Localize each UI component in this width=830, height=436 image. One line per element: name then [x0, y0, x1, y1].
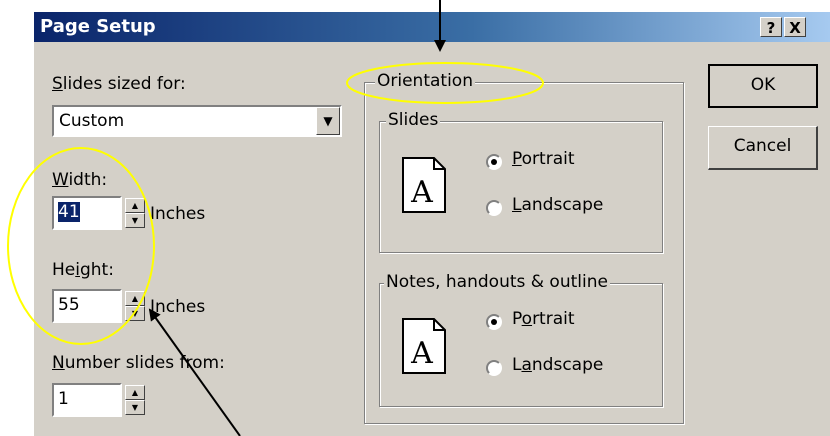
svg-text:A: A	[410, 336, 433, 371]
chevron-down-icon[interactable]: ▼	[316, 107, 340, 135]
number-slides-from-spinner[interactable]: ▲ ▼	[125, 385, 145, 415]
slides-landscape-label[interactable]: Landscape	[512, 195, 603, 215]
spin-down-icon[interactable]: ▼	[125, 213, 145, 228]
spin-up-icon[interactable]: ▲	[125, 385, 145, 400]
svg-text:A: A	[410, 175, 433, 210]
ok-button[interactable]: OK	[708, 64, 818, 108]
width-value: 41	[58, 202, 80, 222]
slides-group-title: Slides	[386, 110, 441, 130]
number-slides-from-label: Number slides from:	[52, 353, 225, 373]
close-button[interactable]: X	[784, 17, 806, 37]
slides-portrait-radio[interactable]	[486, 154, 502, 170]
slides-group: Slides A Portrait Landscape	[379, 110, 663, 253]
number-slides-from-value: 1	[58, 389, 69, 409]
notes-landscape-radio[interactable]	[486, 360, 502, 376]
width-spinner[interactable]: ▲ ▼	[125, 198, 145, 228]
title-bar: Page Setup ? X	[34, 12, 830, 42]
width-unit: Inches	[150, 204, 206, 224]
height-spinner[interactable]: ▲ ▼	[125, 291, 145, 321]
notes-group: Notes, handouts & outline A Portrait Lan…	[379, 272, 663, 407]
portrait-page-icon: A	[402, 157, 446, 213]
notes-landscape-label[interactable]: Landscape	[512, 355, 603, 375]
help-button[interactable]: ?	[760, 17, 782, 37]
height-unit: Inches	[150, 297, 206, 317]
spin-up-icon[interactable]: ▲	[125, 291, 145, 306]
notes-portrait-radio[interactable]	[486, 314, 502, 330]
portrait-page-icon: A	[402, 318, 446, 374]
slides-sized-for-label: Slides sized for:	[52, 74, 186, 94]
slides-portrait-label[interactable]: Portrait	[512, 149, 575, 169]
height-value: 55	[58, 295, 80, 315]
cancel-button[interactable]: Cancel	[708, 126, 818, 170]
height-input[interactable]: 55	[52, 289, 122, 323]
width-label: Width:	[52, 170, 108, 190]
slides-sized-for-value: Custom	[59, 111, 125, 131]
notes-portrait-label[interactable]: Portrait	[512, 309, 575, 329]
orientation-title: Orientation	[375, 71, 475, 91]
dialog-title: Page Setup	[40, 16, 156, 37]
spin-down-icon[interactable]: ▼	[125, 400, 145, 415]
notes-group-title: Notes, handouts & outline	[384, 272, 610, 292]
page-setup-dialog: Page Setup ? X Slides sized for: Custom …	[34, 12, 830, 436]
slides-sized-for-dropdown[interactable]: Custom ▼	[52, 105, 342, 137]
height-label: Height:	[52, 260, 114, 280]
width-input[interactable]: 41	[52, 196, 122, 230]
slides-landscape-radio[interactable]	[486, 200, 502, 216]
orientation-group: Orientation Slides A Portrait Landscape …	[364, 71, 684, 424]
spin-down-icon[interactable]: ▼	[125, 306, 145, 321]
number-slides-from-input[interactable]: 1	[52, 383, 122, 417]
spin-up-icon[interactable]: ▲	[125, 198, 145, 213]
